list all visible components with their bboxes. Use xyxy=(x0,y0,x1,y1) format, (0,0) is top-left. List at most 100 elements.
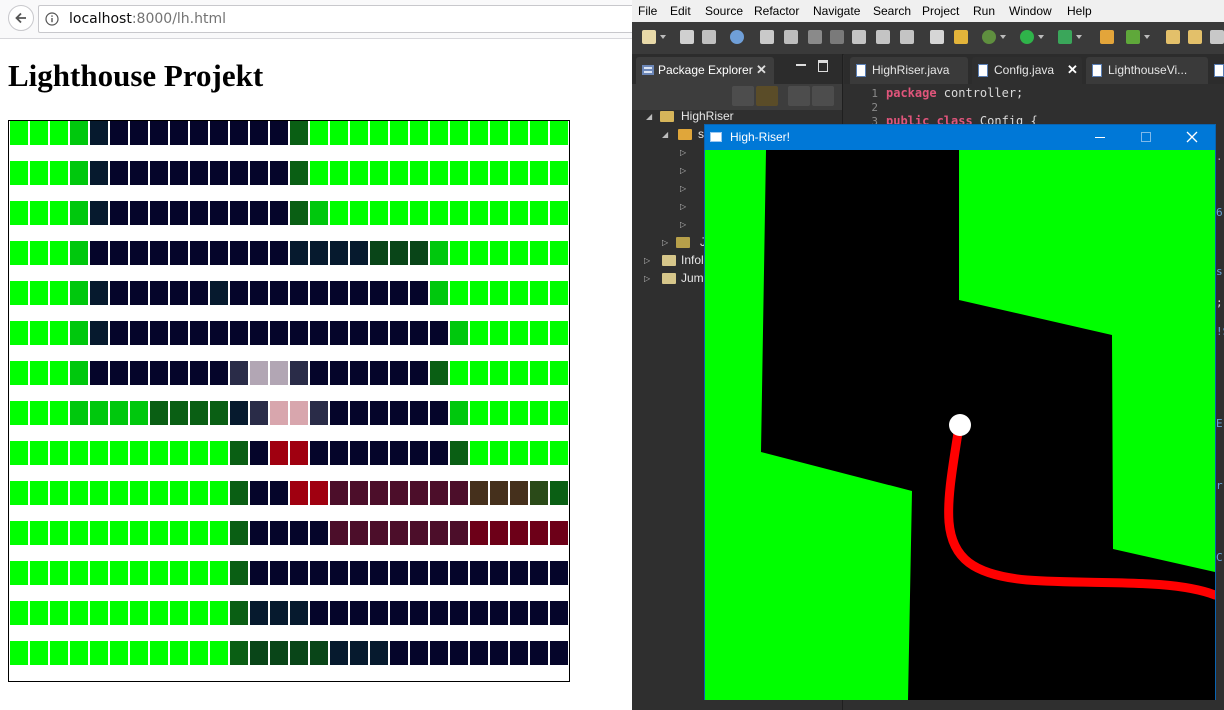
lighthouse-cell xyxy=(10,401,28,425)
package-explorer-tab[interactable]: Package Explorer ✕ xyxy=(636,57,774,84)
lighthouse-cell xyxy=(390,361,408,385)
collapsed-arrow-icon[interactable]: ▷ xyxy=(680,184,686,193)
collapsed-arrow-icon[interactable]: ▷ xyxy=(680,220,686,229)
menu-search[interactable]: Search xyxy=(873,4,911,18)
menu-refactor[interactable]: Refactor xyxy=(754,4,799,18)
step-return-icon[interactable] xyxy=(900,30,914,44)
focus-on-task-icon[interactable] xyxy=(788,86,810,106)
lighthouse-cell xyxy=(530,601,548,625)
drop-to-frame-icon[interactable] xyxy=(930,30,944,44)
editor-tab-label: LighthouseVi... xyxy=(1108,63,1188,77)
terminate-icon[interactable] xyxy=(808,30,822,44)
game-canvas[interactable] xyxy=(705,150,1215,700)
lighthouse-cell xyxy=(450,601,468,625)
new-java-package-icon[interactable] xyxy=(1100,30,1114,44)
lighthouse-cell xyxy=(210,481,228,505)
tree-item-project[interactable]: ▷ Infol xyxy=(644,252,706,270)
editor-tab-label: HighRiser.java xyxy=(872,63,950,77)
menu-bar: File Edit Source Refactor Navigate Searc… xyxy=(632,0,1224,22)
lighthouse-cell xyxy=(370,561,388,585)
maximize-button[interactable] xyxy=(1123,125,1169,150)
lighthouse-cell xyxy=(110,561,128,585)
lighthouse-cell xyxy=(470,521,488,545)
step-into-icon[interactable] xyxy=(852,30,866,44)
editor-tab-lighthouseview[interactable]: LighthouseVi... xyxy=(1086,57,1208,84)
menu-source[interactable]: Source xyxy=(705,4,743,18)
code-fragment: C xyxy=(1216,551,1223,564)
lighthouse-cell xyxy=(410,281,428,305)
tree-item-project[interactable]: ▷ Jum xyxy=(644,270,706,288)
back-button[interactable] xyxy=(8,5,34,31)
collapsed-arrow-icon[interactable]: ▷ xyxy=(680,148,686,157)
expanded-arrow-icon[interactable]: ◢ xyxy=(646,112,652,121)
external-tools-icon[interactable] xyxy=(1058,30,1072,44)
window-titlebar[interactable]: High-Riser! xyxy=(705,125,1215,150)
lighthouse-cell xyxy=(170,321,188,345)
lighthouse-cell xyxy=(390,561,408,585)
collapsed-arrow-icon[interactable]: ▷ xyxy=(644,274,650,283)
lighthouse-cell xyxy=(510,641,528,665)
lighthouse-cell xyxy=(470,121,488,145)
open-type-icon[interactable] xyxy=(1166,30,1180,44)
suspend-icon[interactable] xyxy=(784,30,798,44)
lighthouse-cell xyxy=(250,481,268,505)
lighthouse-cell xyxy=(370,481,388,505)
new-icon[interactable] xyxy=(642,30,656,44)
menu-navigate[interactable]: Navigate xyxy=(813,4,860,18)
lighthouse-grid xyxy=(9,121,569,681)
skip-breakpoints-icon[interactable] xyxy=(730,30,744,44)
editor-tab-highriser[interactable]: HighRiser.java xyxy=(850,57,968,84)
open-task-icon[interactable] xyxy=(1188,30,1202,44)
code-line-1: package controller; xyxy=(886,86,1023,100)
menu-file[interactable]: File xyxy=(638,4,657,18)
lighthouse-cell xyxy=(470,281,488,305)
lighthouse-cell xyxy=(50,641,68,665)
collapsed-arrow-icon[interactable]: ▷ xyxy=(662,238,668,247)
lighthouse-cell xyxy=(310,641,328,665)
menu-run[interactable]: Run xyxy=(973,4,995,18)
lighthouse-cell xyxy=(50,521,68,545)
step-over-icon[interactable] xyxy=(876,30,890,44)
address-bar[interactable]: localhost:8000/lh.html xyxy=(38,5,632,33)
close-icon[interactable]: ✕ xyxy=(756,62,767,78)
save-all-icon[interactable] xyxy=(702,30,716,44)
editor-tab-config[interactable]: Config.java ✕ xyxy=(972,57,1082,84)
view-menu-icon[interactable] xyxy=(812,86,834,106)
run-icon[interactable] xyxy=(1020,30,1034,44)
menu-window[interactable]: Window xyxy=(1009,4,1052,18)
search-icon[interactable] xyxy=(1210,30,1224,44)
debug-dropdown-icon[interactable] xyxy=(1000,35,1006,39)
new-class-dropdown-icon[interactable] xyxy=(1144,35,1150,39)
minimize-button[interactable] xyxy=(1077,125,1123,150)
minimize-view-icon[interactable] xyxy=(796,64,806,66)
menu-help[interactable]: Help xyxy=(1067,4,1092,18)
collapsed-arrow-icon[interactable]: ▷ xyxy=(680,202,686,211)
run-dropdown-icon[interactable] xyxy=(1038,35,1044,39)
menu-edit[interactable]: Edit xyxy=(670,4,691,18)
new-dropdown-icon[interactable] xyxy=(660,35,666,39)
lighthouse-cell xyxy=(410,201,428,225)
lighthouse-cell xyxy=(410,401,428,425)
lighthouse-cell xyxy=(230,441,248,465)
lighthouse-cell xyxy=(270,281,288,305)
save-icon[interactable] xyxy=(680,30,694,44)
lighthouse-cell xyxy=(270,601,288,625)
close-icon[interactable]: ✕ xyxy=(1067,62,1078,78)
info-icon[interactable] xyxy=(45,12,59,26)
link-with-editor-icon[interactable] xyxy=(756,86,778,106)
collapsed-arrow-icon[interactable]: ▷ xyxy=(680,166,686,175)
code-text: controller; xyxy=(936,86,1024,100)
lighthouse-cell xyxy=(150,401,168,425)
use-step-filters-icon[interactable] xyxy=(954,30,968,44)
resume-icon[interactable] xyxy=(760,30,774,44)
disconnect-icon[interactable] xyxy=(830,30,844,44)
new-java-class-icon[interactable] xyxy=(1126,30,1140,44)
external-tools-dropdown-icon[interactable] xyxy=(1076,35,1082,39)
collapsed-arrow-icon[interactable]: ▷ xyxy=(644,256,650,265)
collapse-all-icon[interactable] xyxy=(732,86,754,106)
expanded-arrow-icon[interactable]: ◢ xyxy=(662,130,668,139)
debug-icon[interactable] xyxy=(982,30,996,44)
menu-project[interactable]: Project xyxy=(922,4,959,18)
close-button[interactable] xyxy=(1169,125,1215,150)
maximize-view-icon[interactable] xyxy=(818,60,828,72)
